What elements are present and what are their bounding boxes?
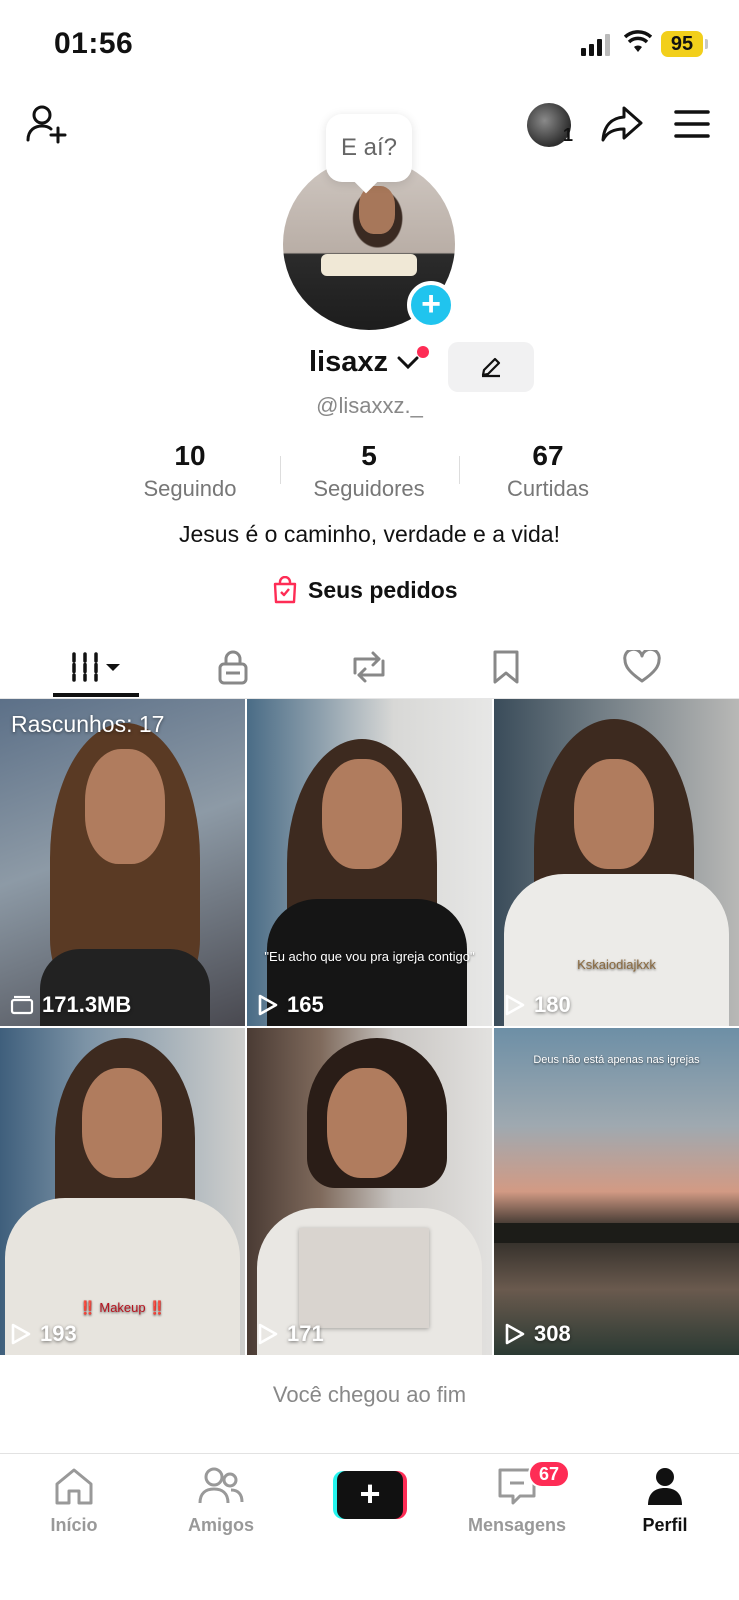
chevron-down-icon[interactable] (397, 356, 419, 370)
active-tab-indicator (53, 693, 139, 697)
video-tile[interactable]: Rascunhos: 17 171.3MB (0, 699, 245, 1026)
tab-saved[interactable] (456, 635, 556, 699)
messages-badge: 67 (528, 1460, 570, 1488)
home-icon (55, 1468, 93, 1505)
end-of-list-text: Você chegou ao fim (272, 1382, 467, 1407)
play-icon (505, 994, 525, 1016)
note-bubble[interactable]: E aí? (326, 114, 412, 182)
profile-name[interactable]: lisaxz (309, 346, 388, 379)
stat-likes[interactable]: 67 Curtidas (458, 440, 638, 502)
video-stat: 165 (257, 992, 324, 1018)
folder-icon (10, 995, 34, 1015)
play-icon (11, 1323, 31, 1345)
bookmark-icon (493, 650, 519, 684)
shopping-bag-icon (273, 576, 297, 604)
battery-tip (705, 39, 708, 49)
video-tile[interactable]: Kskaiodiajkxk 180 (494, 699, 739, 1026)
signal-icon (581, 34, 610, 56)
video-tile[interactable]: Deus não está apenas nas igrejas 308 (494, 1028, 739, 1355)
orders-link[interactable]: Seus pedidos (272, 576, 458, 604)
lock-icon (218, 650, 248, 685)
tab-liked[interactable] (592, 635, 692, 699)
nav-label: Amigos (187, 1515, 254, 1535)
notification-dot (417, 346, 429, 358)
video-stat: 180 (504, 992, 571, 1018)
tab-reposts[interactable] (319, 635, 419, 699)
video-stat-value: 180 (534, 992, 571, 1017)
video-stat: 308 (504, 1321, 571, 1347)
video-caption: Kskaiodiajkxk (577, 957, 656, 972)
video-stat: 193 (10, 1321, 77, 1347)
tab-private[interactable] (183, 635, 283, 699)
pencil-icon (481, 357, 501, 378)
play-icon (258, 1323, 278, 1345)
stat-label: Curtidas (507, 476, 589, 501)
stat-label: Seguindo (143, 476, 237, 501)
menu-icon[interactable] (668, 100, 716, 148)
tab-videos[interactable] (46, 635, 146, 699)
video-stat-value: 165 (287, 992, 324, 1017)
profile-handle: @lisaxxz._ (316, 393, 423, 418)
status-time: 01:56 (54, 27, 134, 60)
stat-followers[interactable]: 5 Seguidores (279, 440, 459, 502)
add-story-button[interactable]: + (407, 281, 455, 329)
share-icon[interactable] (598, 100, 646, 148)
orders-label: Seus pedidos (308, 576, 458, 603)
stat-value: 67 (532, 440, 564, 471)
stat-value: 10 (174, 440, 206, 471)
edit-profile-button[interactable] (448, 342, 534, 392)
nav-label: Mensagens (467, 1515, 567, 1535)
create-button[interactable]: + (333, 1471, 407, 1519)
status-bar: 01:56 95 (0, 0, 739, 88)
profile-icon (648, 1468, 682, 1505)
drafts-label: Rascunhos: 17 (11, 711, 165, 737)
video-stat-value: 171 (287, 1321, 324, 1346)
play-icon (258, 994, 278, 1016)
viewer-count: 1 (563, 125, 574, 145)
video-stat: 171.3MB (10, 992, 131, 1018)
nav-label: Perfil (642, 1515, 688, 1535)
battery-indicator: 95 (661, 31, 703, 57)
nav-home[interactable]: Início (19, 1466, 129, 1536)
wifi-icon (624, 30, 652, 52)
profile-bio: Jesus é o caminho, verdade e a vida! (178, 521, 560, 547)
nav-friends[interactable]: Amigos (166, 1466, 276, 1536)
avatar-top (321, 254, 417, 276)
grid-icon (72, 652, 120, 682)
heart-icon (623, 650, 661, 683)
video-tile[interactable]: "Eu acho que vou pra igreja contigo" 165 (247, 699, 492, 1026)
video-tile[interactable]: ‼️ Makeup ‼️ 193 (0, 1028, 245, 1355)
profile-tabs (0, 635, 739, 699)
nav-profile[interactable]: Perfil (610, 1466, 720, 1536)
video-caption: Deus não está apenas nas igrejas (533, 1054, 700, 1066)
repost-icon (353, 651, 385, 683)
avatar-face (359, 186, 395, 234)
play-icon (505, 1323, 525, 1345)
video-stat: 171 (257, 1321, 324, 1347)
stat-value: 5 (361, 440, 377, 471)
video-tile[interactable]: 171 (247, 1028, 492, 1355)
bottom-nav: Início Amigos + Mensagens 67 Perfil (0, 1453, 739, 1600)
friends-icon (198, 1467, 244, 1504)
video-caption: ‼️ Makeup ‼️ (79, 1300, 166, 1315)
stat-following[interactable]: 10 Seguindo (100, 440, 280, 502)
video-stat-value: 308 (534, 1321, 571, 1346)
stat-label: Seguidores (313, 476, 425, 501)
video-stat-value: 171.3MB (42, 992, 132, 1017)
video-caption: "Eu acho que vou pra igreja contigo" (264, 949, 475, 964)
add-friend-icon[interactable] (22, 100, 70, 148)
plus-icon: + (337, 1471, 403, 1519)
nav-label: Início (50, 1515, 98, 1535)
video-stat-value: 193 (40, 1321, 77, 1346)
